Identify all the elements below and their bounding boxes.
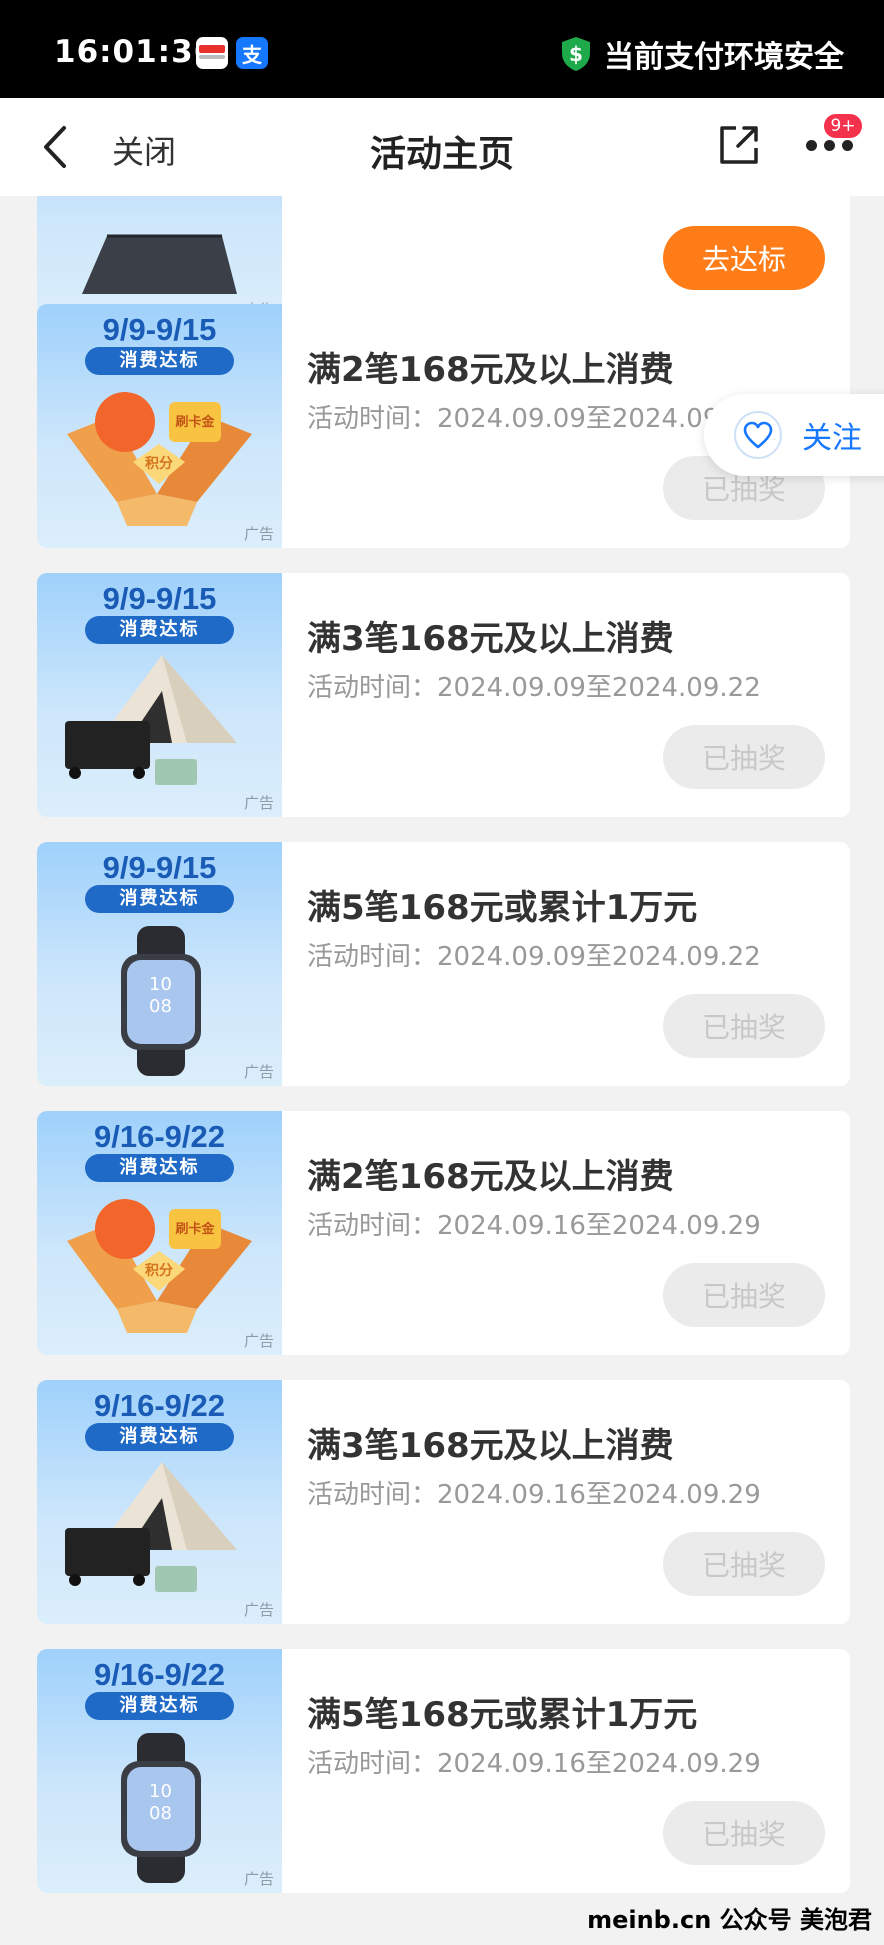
activity-card: 积分 刷卡金 9/16-9/22 消费达标 广告 满2笔168元及以上消费 活动… — [37, 1111, 850, 1355]
activity-card: 9/9-9/15 消费达标 广告 满3笔168元及以上消费 活动时间：2024.… — [37, 573, 850, 817]
follow-button[interactable]: 关注 — [704, 394, 884, 476]
svg-text:10: 10 — [149, 1781, 172, 1802]
svg-text:刷卡金: 刷卡金 — [175, 1221, 215, 1237]
activity-date-range: 9/9-9/15 — [102, 312, 217, 347]
activity-time: 活动时间：2024.09.16至2024.09.29 — [307, 1480, 761, 1510]
more-menu-icon[interactable] — [804, 138, 854, 152]
activity-tag: 消费达标 — [85, 347, 234, 375]
activity-time: 活动时间：2024.09.09至2024.09.22 — [307, 404, 761, 434]
activity-date-range: 9/9-9/15 — [102, 850, 217, 885]
drawn-button[interactable]: 已抽奖 — [663, 994, 825, 1058]
drawn-button[interactable]: 已抽奖 — [663, 1263, 825, 1327]
drawn-button[interactable]: 已抽奖 — [663, 725, 825, 789]
activity-title: 满3笔168元及以上消费 — [307, 619, 674, 659]
security-text: 当前支付环境安全 — [604, 40, 844, 75]
ad-label: 广告 — [243, 794, 274, 812]
reach-target-button[interactable]: 去达标 — [663, 226, 825, 290]
heart-icon — [734, 411, 782, 459]
svg-text:08: 08 — [149, 996, 172, 1017]
activity-thumbnail: 9/16-9/22 消费达标 广告 — [37, 1380, 282, 1624]
activity-tag: 消费达标 — [85, 1423, 234, 1451]
activity-date-range: 9/9-9/15 — [102, 581, 217, 616]
status-bar: 16:01:36 支 $ 当前支付环境安全 — [0, 0, 884, 98]
shield-icon: $ — [562, 37, 590, 71]
activity-title: 满2笔168元及以上消费 — [307, 350, 674, 390]
svg-text:$: $ — [569, 42, 583, 66]
activity-title: 满5笔168元或累计1万元 — [307, 1695, 698, 1735]
activity-tag: 消费达标 — [85, 1692, 234, 1720]
activity-thumbnail: 9/9-9/15 消费达标 广告 — [37, 573, 282, 817]
alipay-icon: 支 — [236, 37, 268, 69]
drawn-button[interactable]: 已抽奖 — [663, 1801, 825, 1865]
ad-label: 广告 — [243, 1601, 274, 1619]
activity-time: 活动时间：2024.09.16至2024.09.29 — [307, 1749, 761, 1779]
ad-label: 广告 — [243, 1332, 274, 1350]
activity-title: 满5笔168元或累计1万元 — [307, 888, 698, 928]
red-payment-app-icon — [196, 37, 228, 69]
activity-tag: 消费达标 — [85, 1154, 234, 1182]
svg-text:刷卡金: 刷卡金 — [175, 414, 215, 430]
svg-text:10: 10 — [149, 974, 172, 995]
activity-thumbnail: 积分 刷卡金 9/9-9/15 消费达标 广告 — [37, 304, 282, 548]
activity-date-range: 9/16-9/22 — [94, 1657, 225, 1692]
ad-label: 广告 — [243, 1063, 274, 1081]
follow-label: 关注 — [802, 421, 862, 456]
watermark-text: meinb.cn 公众号 美泡君 — [587, 1906, 872, 1934]
activity-time: 活动时间：2024.09.09至2024.09.22 — [307, 673, 761, 703]
activity-date-range: 9/16-9/22 — [94, 1119, 225, 1154]
status-time: 16:01:36 — [54, 34, 217, 70]
activity-title: 满2笔168元及以上消费 — [307, 1157, 674, 1197]
activity-tag: 消费达标 — [85, 885, 234, 913]
activity-time: 活动时间：2024.09.16至2024.09.29 — [307, 1211, 761, 1241]
payment-security-indicator: $ 当前支付环境安全 — [560, 32, 844, 76]
svg-text:08: 08 — [149, 1803, 172, 1824]
navigation-bar: 关闭 活动主页 — [0, 98, 884, 196]
svg-text:积分: 积分 — [145, 455, 173, 472]
activity-thumbnail: 10 08 9/9-9/15 消费达标 广告 — [37, 842, 282, 1086]
ad-label: 广告 — [243, 525, 274, 543]
activity-thumbnail: 10 08 9/16-9/22 消费达标 广告 — [37, 1649, 282, 1893]
share-icon[interactable] — [716, 122, 762, 168]
activity-title: 满3笔168元及以上消费 — [307, 1426, 674, 1466]
activity-card: 10 08 9/16-9/22 消费达标 广告 满5笔168元或累计1万元 活动… — [37, 1649, 850, 1893]
drawn-button[interactable]: 已抽奖 — [663, 1532, 825, 1596]
notification-badge: 9+ — [822, 112, 864, 140]
activity-time: 活动时间：2024.09.09至2024.09.22 — [307, 942, 761, 972]
ad-label: 广告 — [243, 1870, 274, 1888]
svg-text:积分: 积分 — [145, 1262, 173, 1279]
activity-card: 9/16-9/22 消费达标 广告 满3笔168元及以上消费 活动时间：2024… — [37, 1380, 850, 1624]
activity-date-range: 9/16-9/22 — [94, 1388, 225, 1423]
activity-card: 10 08 9/9-9/15 消费达标 广告 满5笔168元或累计1万元 活动时… — [37, 842, 850, 1086]
activity-tag: 消费达标 — [85, 616, 234, 644]
activity-thumbnail: 积分 刷卡金 9/16-9/22 消费达标 广告 — [37, 1111, 282, 1355]
